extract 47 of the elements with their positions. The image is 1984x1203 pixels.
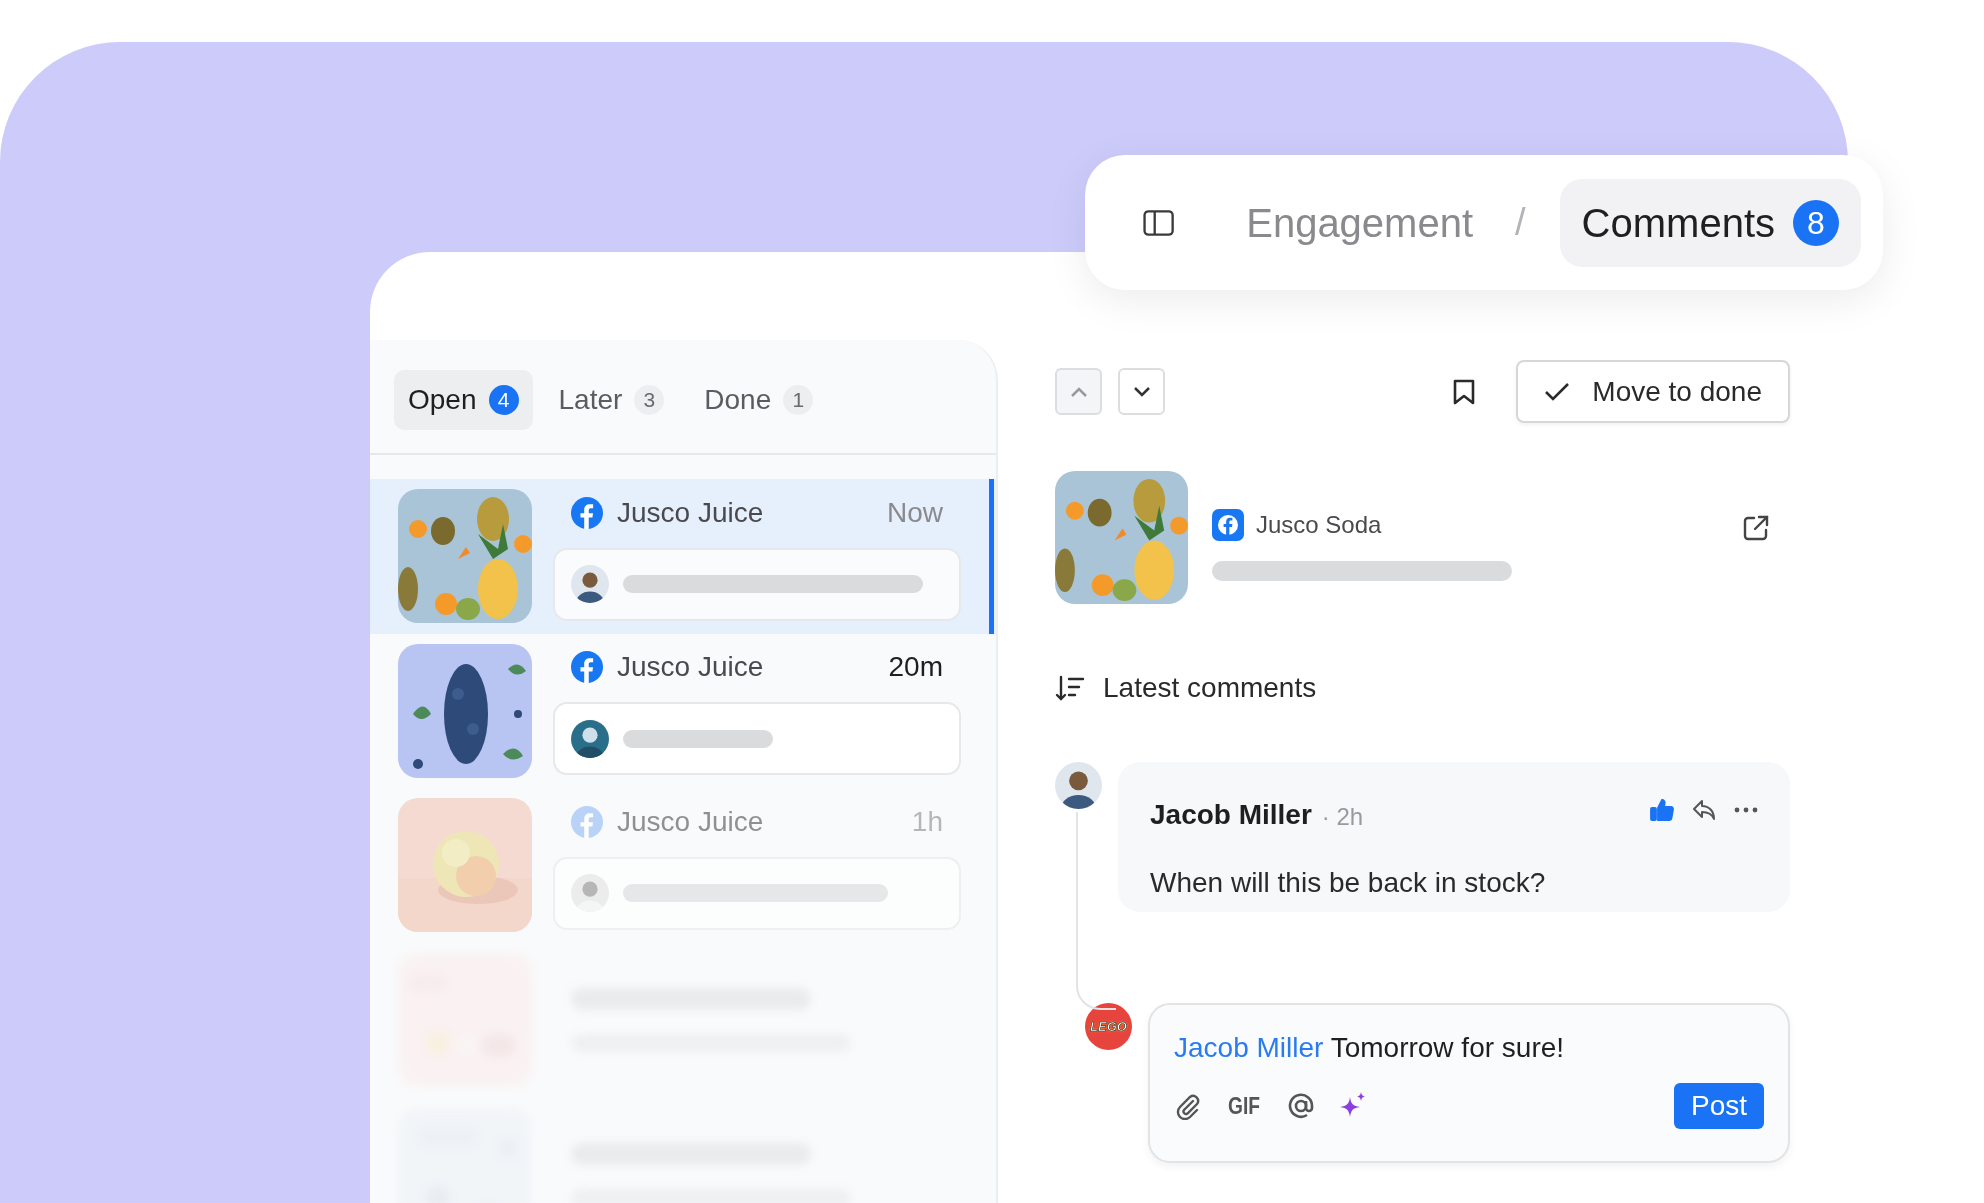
move-to-done-button[interactable]: Move to done — [1516, 360, 1790, 423]
external-link-icon[interactable] — [1742, 513, 1770, 542]
account-name: Jusco Juice — [617, 804, 765, 839]
comment-text: When will this be back in stock? — [1150, 866, 1547, 900]
inbox-item[interactable]: Jusco Juice Now — [370, 478, 996, 634]
reply-icon[interactable] — [1692, 799, 1716, 821]
more-icon[interactable] — [1734, 807, 1758, 813]
reply-text: Jacob Miller Tomorrow for sure! — [1174, 1031, 1566, 1065]
account-name: Jusco Soda — [1256, 509, 1382, 540]
comment-author: Jacob Miller — [1150, 798, 1312, 832]
breadcrumb-separator: / — [1515, 200, 1526, 245]
chevron-down-icon — [1131, 385, 1152, 398]
count-badge: 4 — [488, 385, 519, 415]
inbox-tab[interactable]: Done 1 — [690, 370, 828, 430]
item-time: 1h — [911, 804, 943, 839]
item-time: 20m — [888, 650, 943, 685]
check-icon — [1544, 381, 1571, 402]
inbox-tab[interactable]: Later 3 — [544, 370, 679, 430]
bookmark-icon[interactable] — [1452, 377, 1477, 406]
breadcrumb-item[interactable]: Comments 8 — [1559, 178, 1861, 267]
attachment-icon[interactable] — [1174, 1092, 1202, 1120]
facebook-icon — [1212, 508, 1244, 541]
inbox-tab[interactable]: Open 4 — [394, 370, 533, 430]
gif-button[interactable]: GIF — [1228, 1088, 1260, 1124]
count-badge: 8 — [1793, 199, 1839, 246]
comment-time: · 2h — [1321, 802, 1364, 832]
avatar-icon — [571, 874, 609, 913]
mention-icon[interactable] — [1286, 1091, 1316, 1121]
facebook-icon — [571, 805, 603, 838]
reply-box[interactable]: Jacob Miller Tomorrow for sure! GIF Post — [1148, 1003, 1790, 1163]
facebook-icon — [571, 651, 603, 684]
brand-logo-text: LEGO — [1090, 1017, 1127, 1036]
post-button[interactable]: Post — [1673, 1083, 1764, 1129]
mention-link[interactable]: Jacob Miller — [1174, 1032, 1324, 1063]
account-name: Jusco Juice — [617, 650, 765, 685]
facebook-icon — [571, 496, 603, 529]
avatar-icon — [571, 719, 609, 758]
avatar-icon — [1055, 762, 1102, 809]
sort-icon[interactable] — [1055, 674, 1085, 702]
account-name: Jusco Juice — [617, 495, 765, 530]
item-time: Now — [887, 495, 943, 530]
count-badge: 1 — [783, 385, 814, 415]
like-icon[interactable] — [1650, 799, 1674, 821]
count-badge: 3 — [634, 385, 665, 415]
inbox-item[interactable]: Jusco Juice 20m — [370, 633, 996, 789]
avatar-icon — [571, 565, 609, 604]
sort-label: Latest comments — [1103, 671, 1317, 705]
